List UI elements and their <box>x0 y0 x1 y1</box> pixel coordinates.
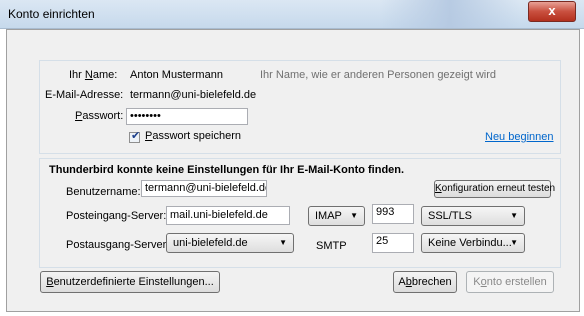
close-button[interactable]: x <box>528 1 576 22</box>
password-label: Passwort: <box>75 110 124 122</box>
dropdown-arrow-icon: ▼ <box>510 211 518 220</box>
outgoing-server-select[interactable]: uni-bielefeld.de ▼ <box>166 233 294 253</box>
email-label: E-Mail-Adresse: <box>45 89 124 101</box>
incoming-security-select[interactable]: SSL/TLS ▼ <box>421 206 525 226</box>
dropdown-arrow-icon: ▼ <box>279 238 287 247</box>
restart-link[interactable]: Neu beginnen <box>485 131 554 143</box>
username-label: Benutzername: <box>66 186 141 198</box>
dropdown-arrow-icon: ▼ <box>350 211 358 220</box>
name-value[interactable]: Anton Mustermann <box>130 69 223 81</box>
close-icon[interactable]: x <box>548 3 555 18</box>
dropdown-arrow-icon: ▼ <box>510 238 518 247</box>
title-bar-glass <box>380 0 520 28</box>
outgoing-server-label: Postausgang-Server: <box>66 239 170 251</box>
create-account-button[interactable]: Konto erstellen <box>466 271 554 293</box>
cancel-button[interactable]: Abbrechen <box>393 271 457 293</box>
outgoing-security-select[interactable]: Keine Verbindu... ▼ <box>421 233 525 253</box>
outgoing-protocol-label: SMTP <box>316 240 347 252</box>
retest-config-button[interactable]: Konfiguration erneut testen <box>434 180 555 198</box>
remember-password-label[interactable]: Passwort speichern <box>145 130 241 142</box>
incoming-server-label: Posteingang-Server: <box>66 210 167 222</box>
config-heading: Thunderbird konnte keine Einstellungen f… <box>49 164 405 176</box>
email-value[interactable]: termann@uni-bielefeld.de <box>130 89 256 101</box>
remember-password-checkbox[interactable]: ✔ <box>129 130 141 143</box>
name-hint: Ihr Name, wie er anderen Personen gezeig… <box>260 69 497 81</box>
incoming-protocol-select[interactable]: IMAP ▼ <box>308 206 365 226</box>
title-bar: Konto einrichten x <box>0 0 584 29</box>
incoming-port-field[interactable]: 993 <box>372 204 414 224</box>
custom-settings-button[interactable]: Benutzerdefinierte Einstellungen... <box>40 271 220 293</box>
outgoing-port-field[interactable]: 25 <box>372 233 414 253</box>
checkmark-icon: ✔ <box>131 130 141 142</box>
username-field[interactable]: termann@uni-bielefeld.de <box>141 180 267 197</box>
name-label: Ihr Name: <box>69 69 118 81</box>
window-title: Konto einrichten <box>8 7 95 21</box>
password-field[interactable]: •••••••• <box>126 108 248 125</box>
incoming-server-field[interactable]: mail.uni-bielefeld.de <box>166 206 290 225</box>
